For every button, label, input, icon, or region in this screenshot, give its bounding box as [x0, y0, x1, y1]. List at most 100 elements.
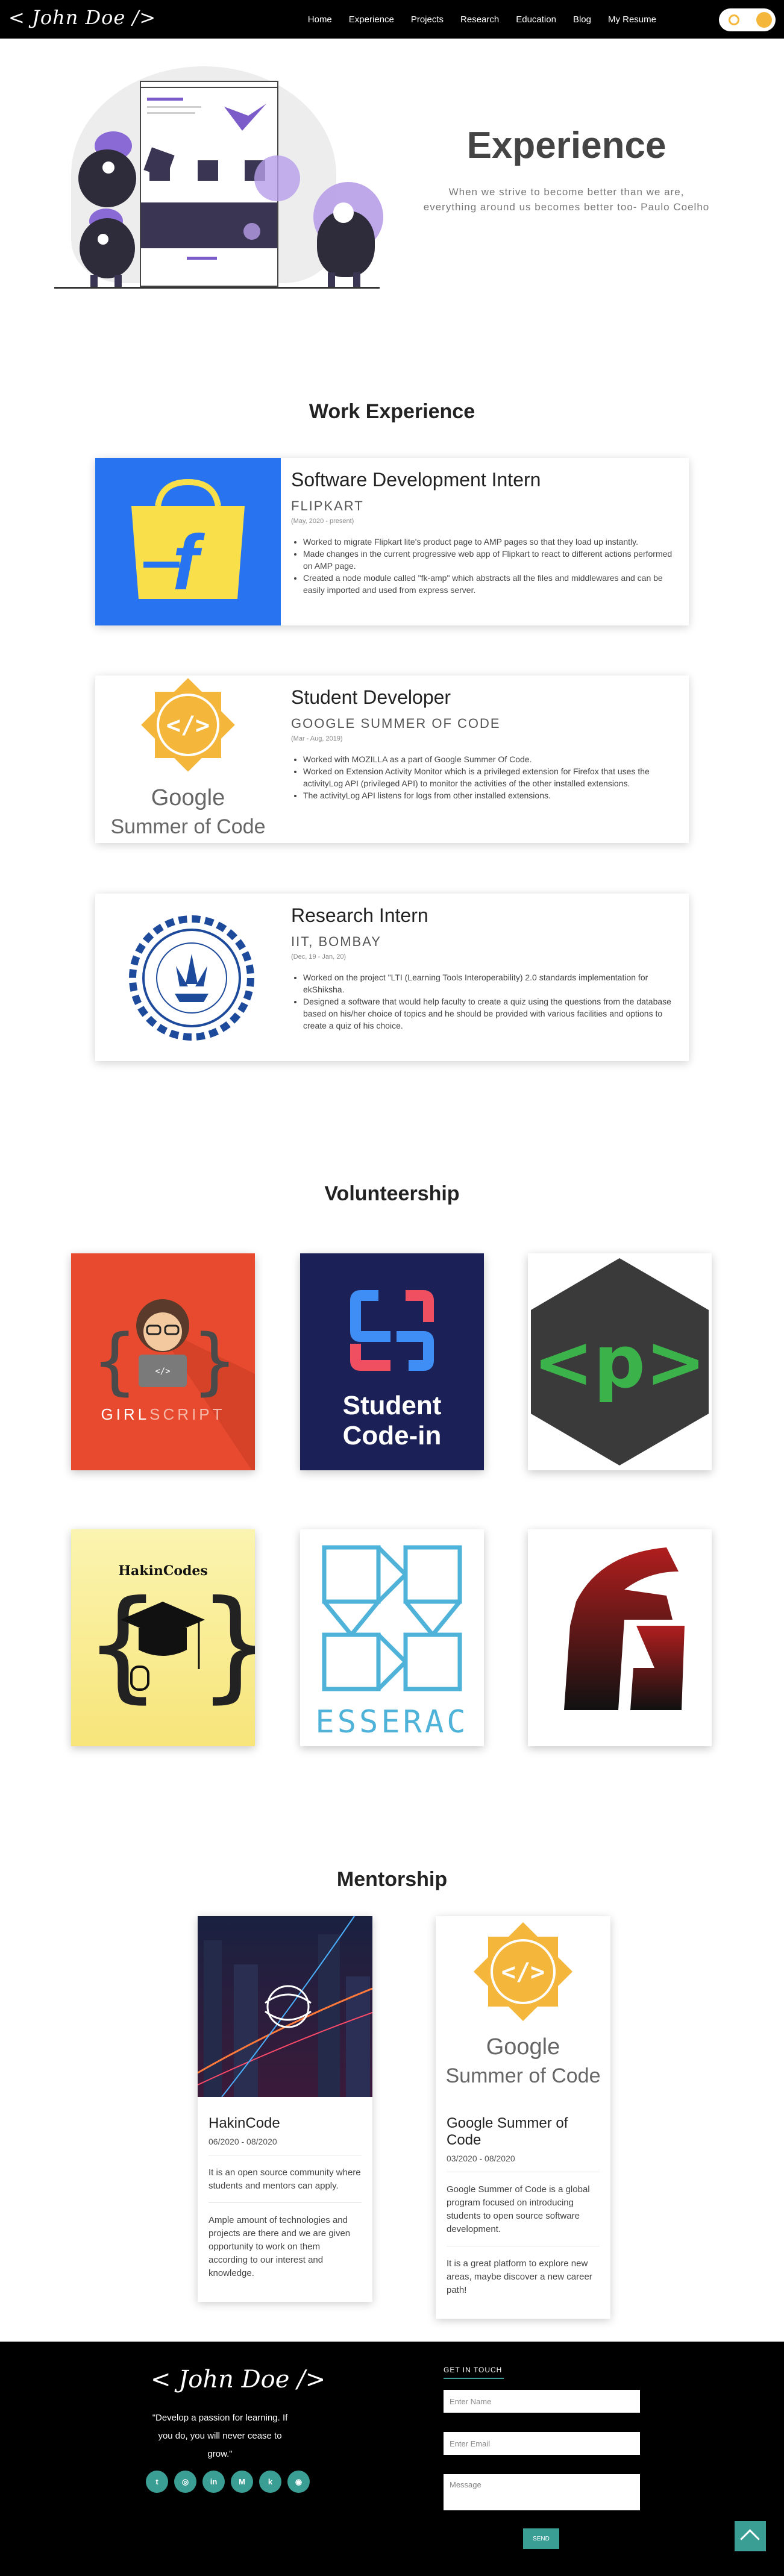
mentor-body: HakinCode 06/2020 - 08/2020 It is an ope… [198, 2097, 372, 2302]
girlscript-logo: { } </> [92, 1299, 255, 1470]
dribbble-icon[interactable]: ◎ [174, 2471, 196, 2493]
nav-link-projects[interactable]: Projects [411, 14, 444, 25]
monster-eye [333, 202, 354, 223]
nav-link-education[interactable]: Education [516, 14, 556, 25]
gsoc-logo-text: Google [151, 785, 225, 810]
sun-icon [729, 14, 739, 25]
experience-card: f Software Development Intern FLIPKART (… [95, 458, 689, 625]
experience-dates: (Mar - Aug, 2019) [291, 735, 343, 742]
svg-text:</>: </> [501, 1958, 545, 1986]
experience-org: GOOGLE SUMMER OF CODE [291, 716, 501, 731]
experience-role: Research Intern [291, 904, 428, 926]
medium-icon[interactable]: M [231, 2471, 253, 2493]
mentor-name: Google Summer of Code [447, 2115, 568, 2148]
girlscript-word-a: GIRL [101, 1405, 150, 1423]
hexagon-p-logo: <p> [531, 1258, 709, 1465]
svg-text:<p>: <p> [533, 1321, 706, 1405]
mentor-dates: 03/2020 - 08/2020 [447, 2154, 600, 2172]
nav-link-home[interactable]: Home [308, 14, 332, 25]
p-logo-tile[interactable]: <p> [528, 1253, 712, 1470]
graduation-cap-icon: { } [84, 1575, 255, 1715]
footer-logo[interactable]: < John Doe /> [151, 2366, 325, 2393]
monster-eye [98, 234, 108, 245]
mock-bottom-bar [187, 257, 217, 260]
girlscript-wordmark: GIRLSCRIPT [71, 1405, 255, 1424]
contact-title-underline [444, 2378, 504, 2379]
gsoc-logo: </> Google Summer of Code [95, 675, 281, 843]
experience-points: Worked on the project "LTI (Learning Too… [291, 971, 677, 1032]
experience-card: Research Intern IIT, BOMBAY (Dec, 19 - J… [95, 894, 689, 1061]
email-field[interactable] [444, 2432, 640, 2455]
hakincodes-tile[interactable]: HakinCodes { } [71, 1529, 255, 1746]
ground-line [54, 287, 380, 289]
monster-top [78, 149, 136, 207]
kaggle-icon[interactable]: k [259, 2471, 281, 2493]
message-field[interactable] [444, 2474, 640, 2510]
experience-role: Software Development Intern [291, 469, 541, 490]
flipkart-logo: f [95, 458, 281, 625]
name-field[interactable] [444, 2390, 640, 2413]
experience-point: Made changes in the current progressive … [303, 548, 677, 572]
mock-tile [198, 160, 218, 181]
tesserac-wordmark: ESSERAC [315, 1704, 469, 1740]
monster-leg [328, 272, 335, 288]
twitter-icon[interactable]: t [146, 2471, 168, 2493]
nav-link-blog[interactable]: Blog [573, 14, 591, 25]
mentor-body: Google Summer of Code 03/2020 - 08/2020 … [436, 2097, 610, 2319]
gsoc-logo-text: Summer of Code [110, 815, 266, 838]
mentor-dates: 06/2020 - 08/2020 [209, 2137, 362, 2155]
mock-window-bar [141, 82, 277, 88]
monster-eye [102, 161, 114, 174]
linkedin-icon[interactable]: in [202, 2471, 225, 2493]
eagle-g-logo [564, 1547, 685, 1710]
experience-body: Student Developer GOOGLE SUMMER OF CODE … [291, 686, 677, 801]
experience-point: Worked to migrate Flipkart lite's produc… [303, 536, 677, 548]
experience-org: IIT, BOMBAY [291, 934, 381, 949]
experience-point: Designed a software that would help facu… [303, 995, 677, 1032]
g-logo-tile[interactable] [528, 1529, 712, 1746]
codein-tile[interactable]: Student Code-in [300, 1253, 484, 1470]
gsoc-mentor-image: </> Google Summer of Code [436, 1916, 610, 2097]
section-title-volunteer: Volunteership [324, 1182, 460, 1205]
mock-heading [147, 98, 183, 101]
gsoc-logo-text: Summer of Code [445, 2064, 601, 2087]
send-button[interactable]: SEND [523, 2528, 559, 2549]
mentor-name: HakinCode [209, 2115, 280, 2131]
github-icon[interactable]: ◉ [287, 2471, 310, 2493]
svg-text:}: } [192, 1320, 237, 1403]
nav-link-experience[interactable]: Experience [349, 14, 394, 25]
footer-quote: "Develop a passion for learning. If you … [152, 2413, 288, 2459]
svg-text:{: { [92, 1320, 137, 1403]
girlscript-tile[interactable]: { } </> GIRLSCRIPT [71, 1253, 255, 1470]
experience-point: Created a node module called "fk-amp" wh… [303, 572, 677, 596]
monster-leg [353, 272, 360, 288]
tesserac-tile[interactable]: ESSERAC [300, 1529, 484, 1746]
shopping-bag-icon: f [131, 478, 245, 606]
hakincode-image [198, 1916, 372, 2097]
mock-line [147, 112, 195, 114]
theme-toggle[interactable] [719, 8, 776, 31]
navbar: < John Doe /> Home Experience Projects R… [0, 0, 784, 39]
city-night-image [198, 1916, 372, 2097]
svg-text:}: } [198, 1575, 255, 1715]
codein-wordmark-2: Code-in [342, 1421, 442, 1450]
experience-points: Worked to migrate Flipkart lite's produc… [291, 536, 677, 596]
gsoc-logo-text: Google [486, 2034, 560, 2060]
mentor-description: Google Summer of Code is a global progra… [447, 2183, 600, 2246]
mentor-description: It is an open source community where stu… [209, 2166, 362, 2203]
mock-line [147, 106, 201, 108]
bubble [243, 223, 260, 240]
nav-link-research[interactable]: Research [460, 14, 499, 25]
scroll-to-top-button[interactable] [735, 2521, 766, 2551]
toggle-knob [756, 12, 772, 28]
section-title-mentorship: Mentorship [336, 1868, 448, 1891]
experience-point: Worked on Extension Activity Monitor whi… [303, 765, 677, 789]
monster-leg [90, 275, 98, 288]
hakincodes-wordmark: HakinCodes [118, 1563, 208, 1579]
experience-dates: (May, 2020 - present) [291, 518, 354, 525]
experience-points: Worked with MOZILLA as a part of Google … [291, 753, 677, 801]
nav-link-resume[interactable]: My Resume [608, 14, 656, 25]
social-links: t ◎ in M k ◉ [146, 2471, 310, 2493]
monster-bottom [80, 218, 135, 278]
brand-logo[interactable]: < John Doe /> [8, 6, 156, 29]
